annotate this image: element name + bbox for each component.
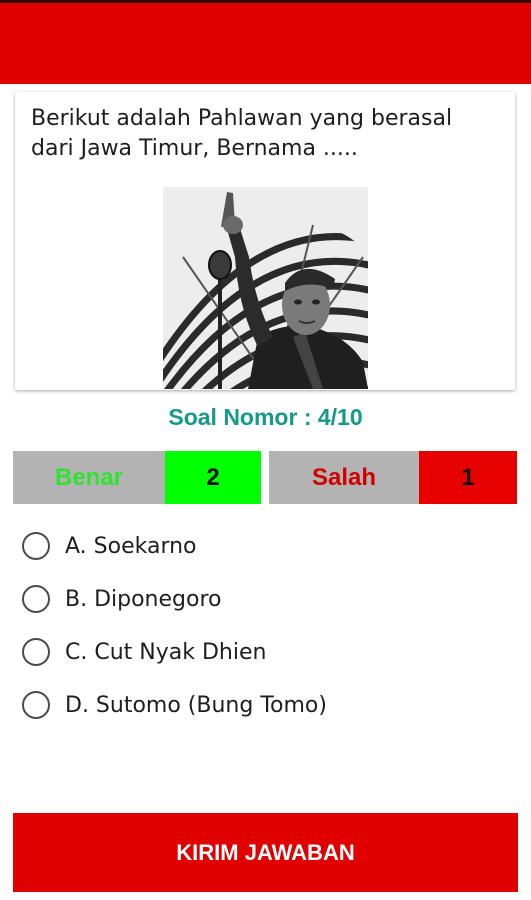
- answer-option-label: A. Soekarno: [65, 533, 197, 559]
- answer-option-label: C. Cut Nyak Dhien: [65, 639, 267, 665]
- radio-button-icon[interactable]: [22, 585, 50, 613]
- hero-photo-image: [163, 187, 368, 389]
- correct-label: Benar: [13, 451, 165, 504]
- question-number: Soal Nomor : 4/10: [0, 404, 531, 431]
- correct-score: Benar 2: [13, 451, 261, 504]
- radio-button-icon[interactable]: [22, 532, 50, 560]
- question-number-label: Soal Nomor : 4/10: [168, 404, 363, 430]
- submit-answer-button[interactable]: KIRIM JAWABAN: [13, 813, 518, 892]
- radio-button-icon[interactable]: [22, 638, 50, 666]
- hero-photo: [163, 187, 368, 389]
- wrong-count: 1: [419, 451, 517, 504]
- answer-option-c[interactable]: C. Cut Nyak Dhien: [22, 635, 502, 669]
- question-text: Berikut adalah Pahlawan yang berasal dar…: [31, 106, 453, 161]
- correct-count: 2: [165, 451, 261, 504]
- wrong-label: Salah: [269, 451, 419, 504]
- answer-option-d[interactable]: D. Sutomo (Bung Tomo): [22, 688, 502, 722]
- answer-option-a[interactable]: A. Soekarno: [22, 529, 502, 563]
- answer-option-label: B. Diponegoro: [65, 586, 222, 612]
- answer-option-b[interactable]: B. Diponegoro: [22, 582, 502, 616]
- wrong-score: Salah 1: [269, 451, 517, 504]
- answer-option-label: D. Sutomo (Bung Tomo): [65, 692, 327, 718]
- question-card: Berikut adalah Pahlawan yang berasal dar…: [15, 92, 515, 390]
- radio-button-icon[interactable]: [22, 691, 50, 719]
- app-bar: [0, 3, 531, 84]
